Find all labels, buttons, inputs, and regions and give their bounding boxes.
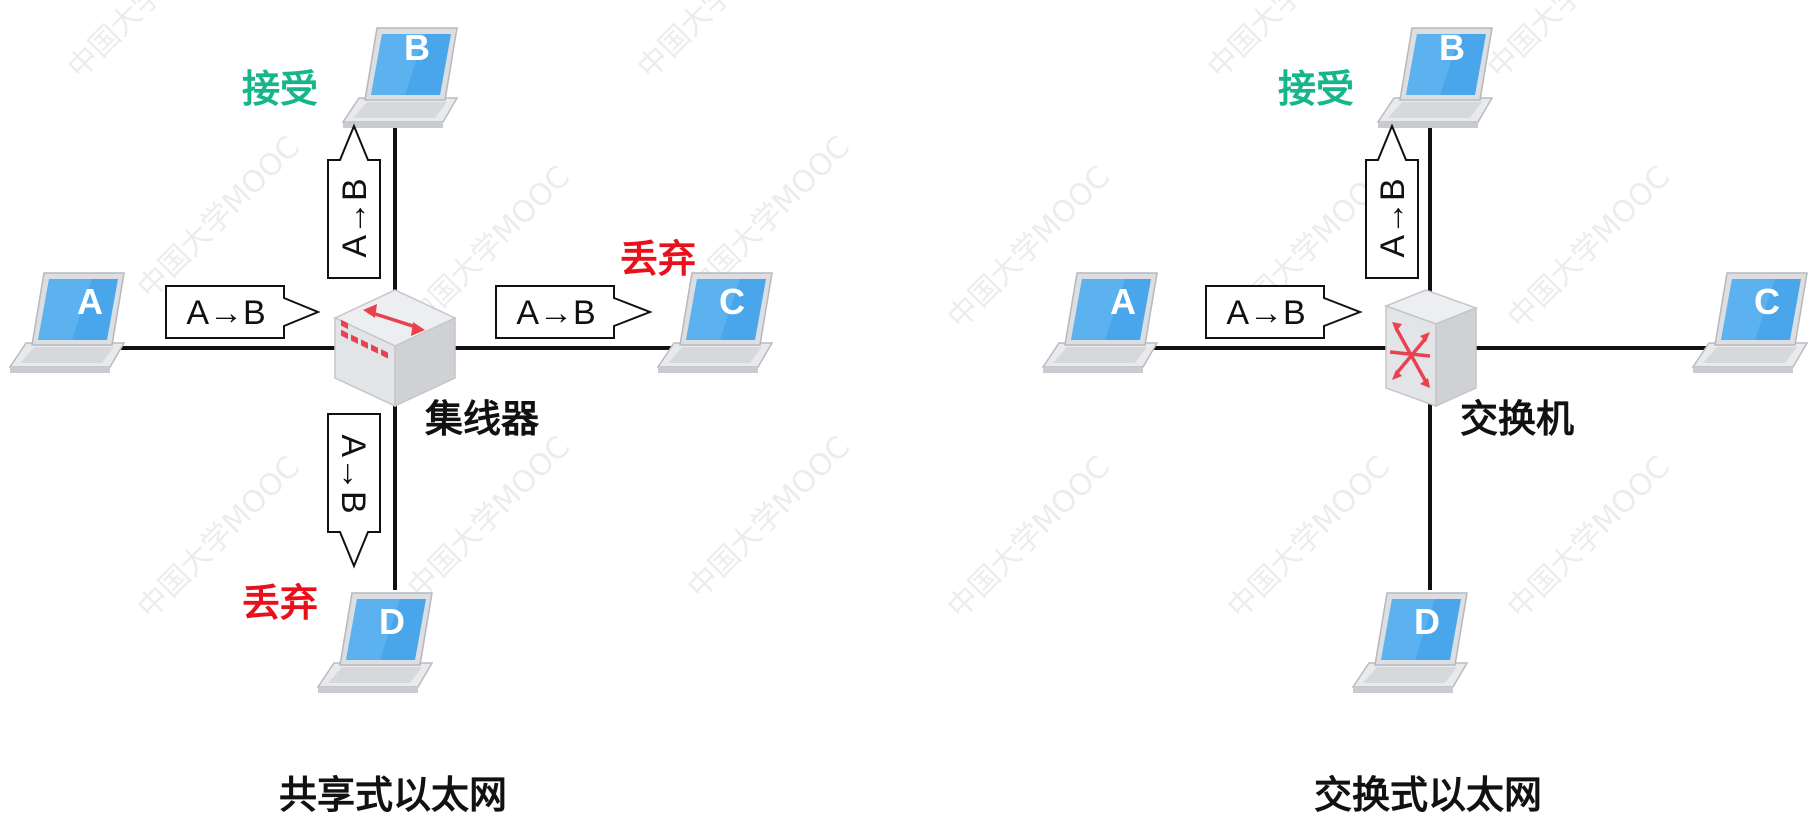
accept-status-label: 接受 (242, 67, 318, 111)
frame-label: A→B (334, 434, 372, 513)
host-c-label: C (1754, 281, 1780, 322)
discard-status-label: 丢弃 (242, 581, 318, 625)
watermark-text: 中国大学MOOC (401, 430, 577, 606)
watermark-text: 中国大学MOOC (681, 430, 857, 606)
host-d-label: D (379, 601, 405, 642)
switch-icon (1383, 289, 1479, 408)
laptop-icon: A (9, 272, 125, 374)
host-b-label: B (404, 27, 430, 68)
frame-arrow-up: A→B (1365, 123, 1419, 279)
frame-arrow-up: A→B (327, 123, 381, 279)
host-a-label: A (1110, 281, 1136, 322)
host-d-label: D (1414, 601, 1440, 642)
watermark-text: 中国大学MOOC (631, 0, 807, 86)
frame-label: A→B (516, 294, 595, 332)
accept-status-label: 接受 (1278, 67, 1354, 111)
watermark-text: 中国大学MOOC (941, 450, 1117, 626)
laptop-icon: D (1352, 592, 1468, 694)
frame-arrow-down: A→B (327, 413, 381, 569)
frame-label: A→B (186, 294, 265, 332)
host-a-label: A (77, 281, 103, 322)
laptop-icon: B (342, 27, 458, 129)
watermark-text: 中国大学MOOC (61, 0, 237, 86)
watermark-text: 中国大学MOOC (1481, 0, 1657, 86)
laptop-icon: B (1377, 27, 1493, 129)
diagram-caption: 交换式以太网 (1314, 773, 1542, 817)
watermark-text: 中国大学MOOC (1501, 450, 1677, 626)
watermark-text: 中国大学MOOC (131, 130, 307, 306)
host-c-label: C (719, 281, 745, 322)
frame-label: A→B (1374, 178, 1412, 257)
laptop-icon: C (657, 272, 773, 374)
watermark-text: 中国大学MOOC (1501, 160, 1677, 336)
laptop-icon: C (1692, 272, 1808, 374)
discard-status-label: 丢弃 (620, 237, 696, 281)
frame-arrow-left: A→B (1205, 285, 1363, 339)
frame-arrow-left: A→B (165, 285, 321, 339)
diagram-caption: 共享式以太网 (279, 773, 507, 817)
laptop-icon: A (1042, 272, 1158, 374)
switch-label: 交换机 (1460, 397, 1574, 441)
host-b-label: B (1439, 27, 1465, 68)
switched-ethernet-diagram: 交换机 A B C D A→B A→B 接受 交换式以太网 (1042, 27, 1808, 817)
laptop-icon: D (317, 592, 433, 694)
hub-label: 集线器 (424, 397, 540, 441)
frame-arrow-right: A→B (495, 285, 653, 339)
frame-label: A→B (336, 178, 374, 257)
network-diagram-canvas: 中国大学MOOC 中国大学MOOC 中国大学MOOC 中国大学MOOC 中国大学… (9, 0, 1808, 817)
frame-label: A→B (1226, 294, 1305, 332)
watermark-text: 中国大学MOOC (1221, 450, 1397, 626)
shared-ethernet-diagram: 集线器 A B C D A→B A→B A→B A→B 接受 丢弃 丢弃 共享式… (9, 27, 773, 817)
